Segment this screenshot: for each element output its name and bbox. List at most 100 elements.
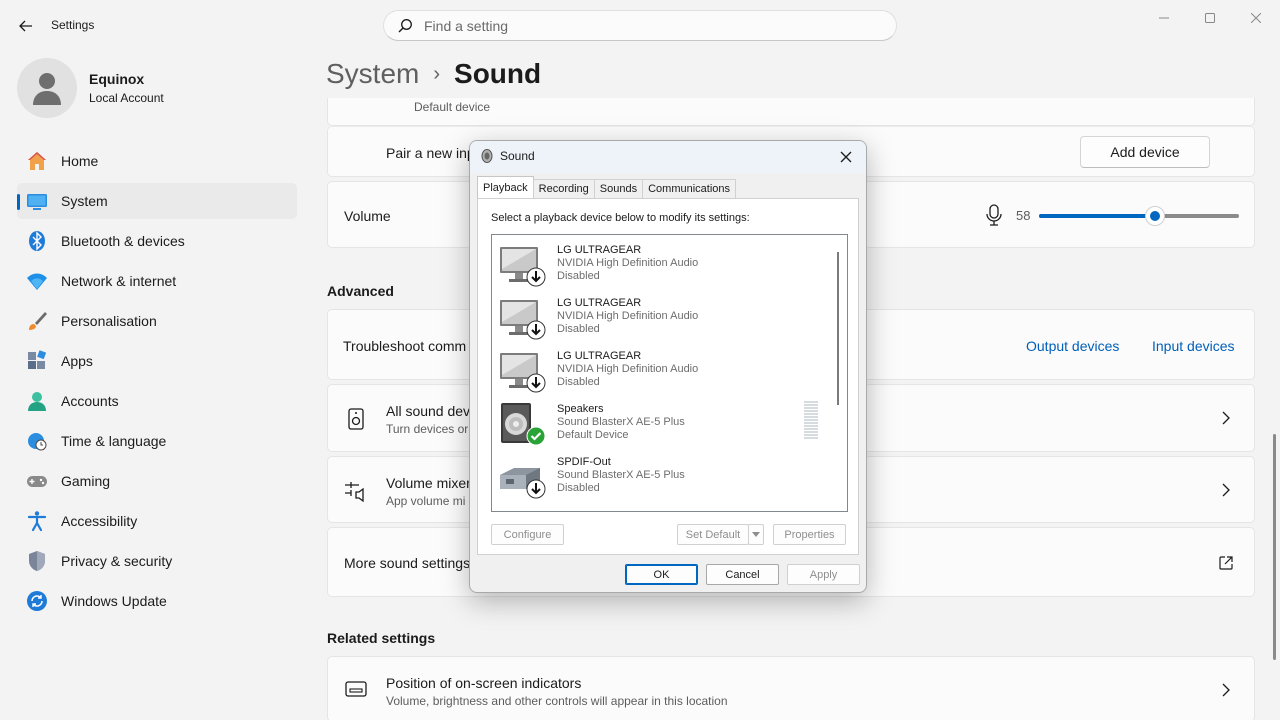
volume-slider[interactable] [1039, 206, 1239, 226]
sidebar-item-home[interactable]: Home [17, 143, 297, 179]
sidebar-item-gaming[interactable]: Gaming [17, 463, 297, 499]
tab-playback[interactable]: Playback [477, 176, 534, 199]
tab-recording[interactable]: Recording [532, 179, 595, 199]
sidebar-item-system[interactable]: System [17, 183, 297, 219]
cancel-button[interactable]: Cancel [706, 564, 779, 585]
search-box[interactable] [383, 10, 897, 41]
tab-communications[interactable]: Communications [642, 179, 737, 199]
device-status: Disabled [557, 270, 600, 282]
gamepad-icon [26, 470, 48, 492]
device-status: Default Device [557, 429, 629, 441]
sound-app-icon [479, 148, 495, 164]
tab-sounds[interactable]: Sounds [593, 179, 644, 199]
sidebar-item-label: Network & internet [61, 273, 177, 289]
maximize-icon [1205, 13, 1215, 23]
slider-thumb[interactable] [1145, 206, 1165, 226]
device-list-scrollbar[interactable] [837, 252, 839, 405]
breadcrumb-parent[interactable]: System [326, 58, 419, 90]
output-device-card[interactable]: Default device [327, 98, 1255, 126]
sidebar-item-label: Privacy & security [61, 553, 173, 569]
globe-clock-icon [26, 430, 48, 452]
sidebar-item-bluetooth[interactable]: Bluetooth & devices [17, 223, 297, 259]
sidebar-item-network[interactable]: Network & internet [17, 263, 297, 299]
list-item[interactable]: Speakers Sound BlasterX AE-5 Plus Defaul… [498, 400, 818, 450]
wifi-icon [26, 270, 48, 292]
search-icon [396, 17, 414, 35]
chevron-right-icon [1218, 410, 1234, 426]
sidebar-item-accessibility[interactable]: Accessibility [17, 503, 297, 539]
list-item[interactable]: LG ULTRAGEAR NVIDIA High Definition Audi… [498, 347, 818, 397]
avatar-icon [33, 73, 61, 105]
brush-icon [26, 310, 48, 332]
sidebar-item-personalisation[interactable]: Personalisation [17, 303, 297, 339]
volume-value: 58 [1016, 208, 1031, 223]
device-name: SPDIF-Out [557, 456, 611, 468]
profile-name: Equinox [89, 71, 145, 87]
chevron-right-icon [1218, 482, 1234, 498]
ok-button[interactable]: OK [625, 564, 698, 585]
onscreen-indicators-title: Position of on-screen indicators [386, 675, 582, 691]
onscreen-indicators-card[interactable]: Position of on-screen indicators Volume,… [327, 656, 1255, 720]
update-icon [26, 590, 48, 612]
breadcrumb-separator: › [433, 62, 441, 85]
sidebar-item-label: Accounts [61, 393, 119, 409]
device-status: Disabled [557, 323, 600, 335]
configure-button[interactable]: Configure [491, 524, 564, 545]
output-devices-link[interactable]: Output devices [1026, 338, 1119, 354]
sidebar-item-label: System [61, 193, 108, 209]
sidebar-item-apps[interactable]: Apps [17, 343, 297, 379]
minimize-button[interactable] [1141, 4, 1187, 32]
apply-button[interactable]: Apply [787, 564, 860, 585]
device-driver: NVIDIA High Definition Audio [557, 310, 699, 322]
search-input[interactable] [424, 17, 864, 34]
maximize-button[interactable] [1187, 4, 1233, 32]
set-default-split-button[interactable]: Set Default [677, 524, 765, 545]
set-default-dropdown[interactable] [748, 524, 764, 545]
monitor-speaker-icon [498, 296, 546, 342]
advanced-heading: Advanced [327, 283, 394, 299]
microphone-icon[interactable] [984, 204, 1004, 226]
sidebar-item-label: Apps [61, 353, 93, 369]
list-item[interactable]: LG ULTRAGEAR NVIDIA High Definition Audi… [498, 294, 818, 344]
device-name: LG ULTRAGEAR [557, 350, 642, 362]
device-name: LG ULTRAGEAR [557, 244, 642, 256]
sidebar-item-privacy-security[interactable]: Privacy & security [17, 543, 297, 579]
list-item[interactable]: LG ULTRAGEAR NVIDIA High Definition Audi… [498, 241, 818, 291]
sidebar-item-label: Home [61, 153, 99, 169]
sidebar-item-windows-update[interactable]: Windows Update [17, 583, 297, 619]
sound-dialog: Sound Playback Recording Sounds Communic… [469, 140, 867, 593]
title-bar: Settings [0, 0, 1280, 50]
audio-level-meter [804, 401, 818, 441]
device-driver: NVIDIA High Definition Audio [557, 257, 699, 269]
properties-button[interactable]: Properties [773, 524, 846, 545]
device-driver: NVIDIA High Definition Audio [557, 363, 699, 375]
playback-panel: Select a playback device below to modify… [477, 198, 859, 555]
back-arrow-icon [19, 20, 32, 32]
sidebar-item-accounts[interactable]: Accounts [17, 383, 297, 419]
chevron-down-icon [752, 532, 760, 537]
display-position-icon [345, 681, 367, 697]
more-sound-settings-label: More sound settings [344, 555, 471, 571]
sidebar-item-label: Gaming [61, 473, 111, 489]
input-devices-link[interactable]: Input devices [1152, 338, 1235, 354]
set-default-button[interactable]: Set Default [677, 524, 749, 545]
dialog-title: Sound [500, 149, 535, 163]
back-button[interactable] [14, 14, 38, 38]
playback-device-list[interactable]: LG ULTRAGEAR NVIDIA High Definition Audi… [491, 234, 848, 512]
pair-input-label: Pair a new inp [386, 145, 475, 161]
dialog-close-button[interactable] [836, 147, 856, 167]
sidebar-item-time-language[interactable]: Time & language [17, 423, 297, 459]
add-device-button[interactable]: Add device [1080, 136, 1210, 168]
user-profile[interactable]: Equinox Local Account [17, 58, 164, 118]
open-external-icon [1218, 555, 1234, 571]
page-scrollbar[interactable] [1273, 434, 1276, 660]
device-status: Disabled [557, 482, 600, 494]
chevron-right-icon [1218, 682, 1234, 698]
related-settings-heading: Related settings [327, 630, 436, 646]
list-item[interactable]: SPDIF-Out Sound BlasterX AE-5 Plus Disab… [498, 453, 818, 503]
device-status: Disabled [557, 376, 600, 388]
panel-instruction: Select a playback device below to modify… [491, 212, 750, 224]
dialog-title-bar: Sound [470, 141, 866, 173]
close-button[interactable] [1233, 4, 1279, 32]
profile-account-type: Local Account [89, 91, 164, 105]
